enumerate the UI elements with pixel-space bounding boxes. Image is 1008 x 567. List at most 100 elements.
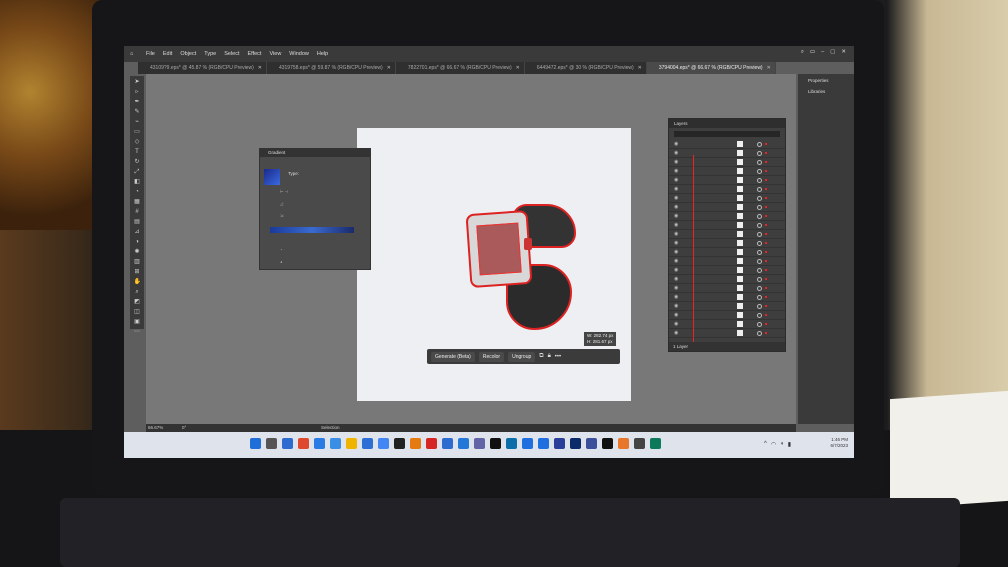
tab-close-icon[interactable]: ✕ <box>638 65 642 71</box>
visibility-eye-icon[interactable]: ◉ <box>674 159 678 165</box>
target-circle-icon[interactable] <box>757 331 762 336</box>
graph-icon[interactable]: ▥ <box>134 259 141 266</box>
gradient-opacity-icon[interactable]: ◔ <box>280 247 282 252</box>
visibility-eye-icon[interactable]: ◉ <box>674 267 678 273</box>
taskbar-app-icon[interactable] <box>410 438 421 449</box>
taskbar-app-icon[interactable] <box>650 438 661 449</box>
visibility-eye-icon[interactable]: ◉ <box>674 276 678 282</box>
menu-effect[interactable]: Effect <box>248 51 262 57</box>
menu-edit[interactable]: Edit <box>163 51 172 57</box>
menu-type[interactable]: Type <box>204 51 216 57</box>
more-options-button[interactable]: ••• <box>555 354 561 360</box>
target-circle-icon[interactable] <box>757 160 762 165</box>
wifi-icon[interactable]: ◠ <box>771 441 776 448</box>
selection-square-icon[interactable] <box>765 278 767 280</box>
layer-row[interactable]: ◉ <box>669 257 785 266</box>
layer-row[interactable]: ◉ <box>669 185 785 194</box>
visibility-eye-icon[interactable]: ◉ <box>674 294 678 300</box>
taskbar-app-icon[interactable] <box>522 438 533 449</box>
layer-row[interactable]: ◉ <box>669 149 785 158</box>
target-circle-icon[interactable] <box>757 259 762 264</box>
selection-square-icon[interactable] <box>765 287 767 289</box>
selection-square-icon[interactable] <box>765 323 767 325</box>
taskbar-app-icon[interactable] <box>378 438 389 449</box>
tab-close-icon[interactable]: ✕ <box>767 65 771 71</box>
taskbar-app-icon[interactable] <box>554 438 565 449</box>
close-icon[interactable]: ✕ <box>841 49 846 56</box>
visibility-eye-icon[interactable]: ◉ <box>674 177 678 183</box>
taskbar-app-icon[interactable] <box>298 438 309 449</box>
target-circle-icon[interactable] <box>757 286 762 291</box>
ungroup-button[interactable]: Ungroup <box>508 351 536 362</box>
taskbar-app-icon[interactable] <box>314 438 325 449</box>
layer-row[interactable]: ◉ <box>669 140 785 149</box>
selection-square-icon[interactable] <box>765 215 767 217</box>
taskbar-app-icon[interactable] <box>442 438 453 449</box>
recolor-button[interactable]: Recolor <box>478 351 505 362</box>
menu-select[interactable]: Select <box>224 51 239 57</box>
visibility-eye-icon[interactable]: ◉ <box>674 213 678 219</box>
layers-search-input[interactable] <box>674 131 780 137</box>
menu-file[interactable]: File <box>146 51 155 57</box>
tab-close-icon[interactable]: ✕ <box>387 65 391 71</box>
layer-row[interactable]: ◉ <box>669 329 785 338</box>
visibility-eye-icon[interactable]: ◉ <box>674 231 678 237</box>
layer-row[interactable]: ◉ <box>669 320 785 329</box>
draw-mode-icon[interactable]: ◫ <box>134 309 141 316</box>
selection-square-icon[interactable] <box>765 170 767 172</box>
selection-square-icon[interactable] <box>765 296 767 298</box>
taskbar-clock[interactable]: 1:46 PM 6/7/2023 <box>830 437 848 449</box>
taskbar-app-icon[interactable] <box>394 438 405 449</box>
selection-square-icon[interactable] <box>765 251 767 253</box>
taskbar-app-icon[interactable] <box>266 438 277 449</box>
taskbar-app-icon[interactable] <box>570 438 581 449</box>
canvas[interactable]: W: 282.74 px H: 281.67 px Generate (Beta… <box>146 74 796 424</box>
hand-tool-icon[interactable]: ✋ <box>134 279 141 286</box>
visibility-eye-icon[interactable]: ◉ <box>674 240 678 246</box>
layer-row[interactable]: ◉ <box>669 176 785 185</box>
tab-document-1[interactable]: 43109?9.eps* @ 45.87 % (RGB/CPU Preview)… <box>138 62 267 74</box>
smartwatch-artwork[interactable] <box>465 204 586 334</box>
layer-row[interactable]: ◉ <box>669 266 785 275</box>
layer-row[interactable]: ◉ <box>669 194 785 203</box>
search-icon[interactable]: ⌕ <box>801 49 804 56</box>
target-circle-icon[interactable] <box>757 178 762 183</box>
tab-document-3[interactable]: 7822701.eps* @ 66.67 % (RGB/CPU Preview)… <box>396 62 525 74</box>
visibility-eye-icon[interactable]: ◉ <box>674 258 678 264</box>
screen-mode-icon[interactable]: ▣ <box>134 319 141 326</box>
taskbar-app-icon[interactable] <box>618 438 629 449</box>
pen-tool-icon[interactable]: ✒ <box>134 99 141 106</box>
zoom-level[interactable]: 66.67% <box>148 424 163 432</box>
visibility-eye-icon[interactable]: ◉ <box>674 150 678 156</box>
gradient-tool-icon[interactable]: ▤ <box>134 219 141 226</box>
symbol-sprayer-icon[interactable]: ✺ <box>134 249 141 256</box>
selection-square-icon[interactable] <box>765 161 767 163</box>
selection-square-icon[interactable] <box>765 269 767 271</box>
taskbar-app-icon[interactable] <box>282 438 293 449</box>
visibility-eye-icon[interactable]: ◉ <box>674 222 678 228</box>
target-circle-icon[interactable] <box>757 196 762 201</box>
type-tool-icon[interactable]: T <box>134 149 141 156</box>
target-circle-icon[interactable] <box>757 214 762 219</box>
minimize-icon[interactable]: – <box>821 49 824 56</box>
maximize-icon[interactable]: ▢ <box>830 49 835 56</box>
selection-square-icon[interactable] <box>765 179 767 181</box>
rotation-angle[interactable]: 0° <box>182 424 186 432</box>
layer-row[interactable]: ◉ <box>669 248 785 257</box>
layer-row[interactable]: ◉ <box>669 167 785 176</box>
selection-square-icon[interactable] <box>765 242 767 244</box>
target-circle-icon[interactable] <box>757 268 762 273</box>
menu-view[interactable]: View <box>269 51 281 57</box>
selection-square-icon[interactable] <box>765 197 767 199</box>
target-circle-icon[interactable] <box>757 232 762 237</box>
taskbar-app-icon[interactable] <box>330 438 341 449</box>
chevron-up-icon[interactable]: ^ <box>764 441 767 448</box>
target-circle-icon[interactable] <box>757 295 762 300</box>
visibility-eye-icon[interactable]: ◉ <box>674 285 678 291</box>
libraries-tab[interactable]: Libraries <box>798 85 854 96</box>
taskbar-app-icon[interactable] <box>250 438 261 449</box>
battery-icon[interactable]: ▮ <box>788 441 791 448</box>
lock-icon[interactable]: 🔒︎ <box>548 353 551 360</box>
visibility-eye-icon[interactable]: ◉ <box>674 168 678 174</box>
visibility-eye-icon[interactable]: ◉ <box>674 195 678 201</box>
